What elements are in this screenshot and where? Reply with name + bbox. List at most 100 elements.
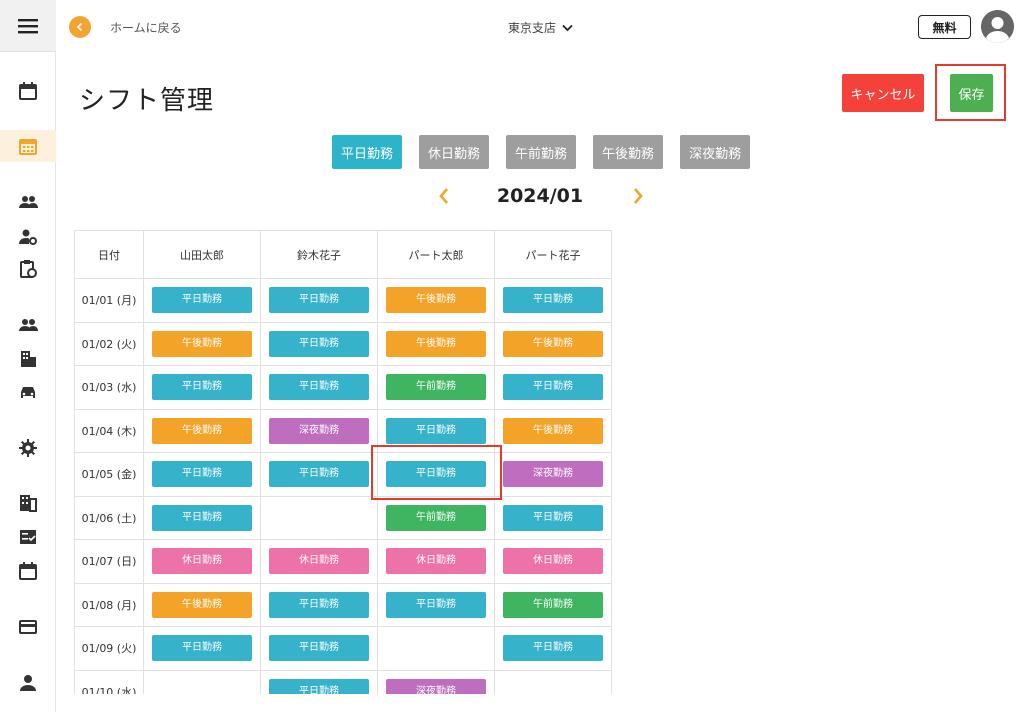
next-month-button[interactable] [626, 184, 650, 208]
shift-type-weekday[interactable]: 平日勤務 [332, 135, 403, 169]
menu-toggle-button[interactable] [0, 0, 56, 52]
sidebar-item-tasks[interactable] [0, 521, 56, 553]
shift-pill[interactable]: 午後勤務 [503, 330, 603, 357]
sidebar-item-staff[interactable] [0, 186, 56, 218]
shift-pill[interactable]: 平日勤務 [503, 374, 603, 401]
shift-cell[interactable]: 午後勤務 [143, 408, 261, 453]
shift-cell[interactable]: 平日勤務 [260, 321, 378, 366]
shift-pill[interactable]: 午前勤務 [386, 504, 486, 531]
shift-pill[interactable]: 午後勤務 [386, 287, 486, 314]
shift-pill[interactable]: 平日勤務 [152, 374, 252, 401]
sidebar-item-attendance[interactable] [0, 253, 56, 285]
sidebar-item-vehicles[interactable] [0, 376, 56, 408]
shift-cell[interactable]: 午後勤務 [377, 278, 495, 323]
shift-pill[interactable]: 平日勤務 [386, 591, 486, 618]
shift-cell[interactable]: 深夜勤務 [377, 669, 495, 694]
shift-cell[interactable]: 平日勤務 [377, 582, 495, 627]
shift-cell[interactable]: 平日勤務 [260, 626, 378, 671]
shift-cell[interactable]: 平日勤務 [143, 495, 261, 540]
shift-cell[interactable] [377, 626, 495, 671]
shift-type-afternoon[interactable]: 午後勤務 [593, 135, 664, 169]
shift-cell[interactable]: 深夜勤務 [494, 452, 612, 497]
back-button[interactable] [69, 16, 91, 38]
shift-cell[interactable]: 午後勤務 [143, 582, 261, 627]
shift-cell[interactable]: 平日勤務 [494, 495, 612, 540]
shift-cell[interactable]: 午後勤務 [377, 321, 495, 366]
previous-month-button[interactable] [432, 184, 456, 208]
shift-cell[interactable]: 平日勤務 [143, 452, 261, 497]
save-button[interactable]: 保存 [950, 74, 993, 112]
shift-cell[interactable]: 平日勤務 [260, 452, 378, 497]
shift-type-holiday[interactable]: 休日勤務 [419, 135, 490, 169]
shift-pill[interactable]: 平日勤務 [269, 591, 369, 618]
sidebar-item-account[interactable] [0, 667, 56, 699]
shift-pill[interactable]: 深夜勤務 [503, 461, 603, 488]
shift-pill[interactable]: 休日勤務 [152, 548, 252, 575]
shift-cell[interactable]: 深夜勤務 [260, 408, 378, 453]
sidebar-item-user-settings[interactable] [0, 221, 56, 253]
shift-cell[interactable]: 休日勤務 [143, 539, 261, 584]
shift-pill[interactable]: 平日勤務 [269, 461, 369, 488]
sidebar-item-company[interactable] [0, 487, 56, 519]
shift-pill[interactable]: 午後勤務 [152, 417, 252, 444]
shift-cell[interactable]: 休日勤務 [377, 539, 495, 584]
back-to-home-link[interactable]: ホームに戻る [110, 19, 182, 36]
shift-pill[interactable]: 午前勤務 [503, 591, 603, 618]
shift-pill[interactable]: 平日勤務 [269, 330, 369, 357]
shift-cell[interactable]: 午後勤務 [494, 321, 612, 366]
shift-pill[interactable]: 平日勤務 [503, 287, 603, 314]
shift-pill[interactable]: 平日勤務 [269, 287, 369, 314]
shift-cell[interactable]: 平日勤務 [260, 582, 378, 627]
shift-cell[interactable]: 午後勤務 [494, 408, 612, 453]
shift-cell[interactable]: 平日勤務 [260, 669, 378, 694]
shift-pill[interactable]: 午後勤務 [386, 330, 486, 357]
shift-pill[interactable]: 平日勤務 [503, 635, 603, 662]
branch-selector[interactable]: 東京支店 [508, 19, 573, 36]
sidebar-item-billing[interactable] [0, 611, 56, 643]
sidebar-item-calendar[interactable] [0, 75, 56, 107]
shift-cell[interactable]: 平日勤務 [260, 278, 378, 323]
shift-cell[interactable] [260, 495, 378, 540]
sidebar-item-stores[interactable] [0, 343, 56, 375]
shift-pill[interactable]: 平日勤務 [386, 417, 486, 444]
shift-cell[interactable]: 平日勤務 [377, 408, 495, 453]
avatar[interactable] [981, 10, 1014, 43]
shift-pill[interactable]: 休日勤務 [386, 548, 486, 575]
shift-cell[interactable]: 午後勤務 [143, 321, 261, 366]
shift-cell[interactable]: 休日勤務 [260, 539, 378, 584]
shift-cell[interactable] [143, 669, 261, 694]
sidebar-item-groups[interactable] [0, 309, 56, 341]
shift-pill[interactable]: 平日勤務 [152, 461, 252, 488]
shift-cell[interactable]: 休日勤務 [494, 539, 612, 584]
shift-type-night[interactable]: 深夜勤務 [680, 135, 751, 169]
shift-pill[interactable]: 平日勤務 [152, 635, 252, 662]
shift-pill[interactable]: 平日勤務 [152, 504, 252, 531]
shift-pill[interactable]: 平日勤務 [269, 635, 369, 662]
shift-type-morning[interactable]: 午前勤務 [506, 135, 577, 169]
shift-pill[interactable]: 休日勤務 [503, 548, 603, 575]
sidebar-item-shift[interactable] [0, 130, 56, 162]
shift-cell[interactable]: 平日勤務 [143, 365, 261, 410]
shift-cell[interactable]: 平日勤務 [494, 626, 612, 671]
shift-cell[interactable]: 平日勤務 [494, 365, 612, 410]
sidebar-item-settings[interactable] [0, 432, 56, 464]
shift-cell[interactable]: 平日勤務 [143, 278, 261, 323]
shift-pill[interactable]: 午後勤務 [503, 417, 603, 444]
shift-pill[interactable]: 平日勤務 [503, 504, 603, 531]
shift-pill[interactable]: 午後勤務 [152, 330, 252, 357]
shift-pill[interactable]: 休日勤務 [269, 548, 369, 575]
shift-cell[interactable]: 午前勤務 [494, 582, 612, 627]
shift-pill[interactable]: 平日勤務 [269, 678, 369, 694]
sidebar-item-schedule[interactable] [0, 555, 56, 587]
shift-pill[interactable]: 深夜勤務 [386, 678, 486, 694]
shift-pill[interactable]: 平日勤務 [269, 374, 369, 401]
shift-pill[interactable]: 午後勤務 [152, 591, 252, 618]
shift-cell[interactable] [494, 669, 612, 694]
shift-cell[interactable]: 平日勤務 [377, 452, 495, 497]
shift-cell[interactable]: 平日勤務 [494, 278, 612, 323]
shift-cell[interactable]: 午前勤務 [377, 495, 495, 540]
shift-pill[interactable]: 午前勤務 [386, 374, 486, 401]
cancel-button[interactable]: キャンセル [842, 74, 924, 112]
shift-cell[interactable]: 平日勤務 [260, 365, 378, 410]
shift-pill[interactable]: 平日勤務 [152, 287, 252, 314]
